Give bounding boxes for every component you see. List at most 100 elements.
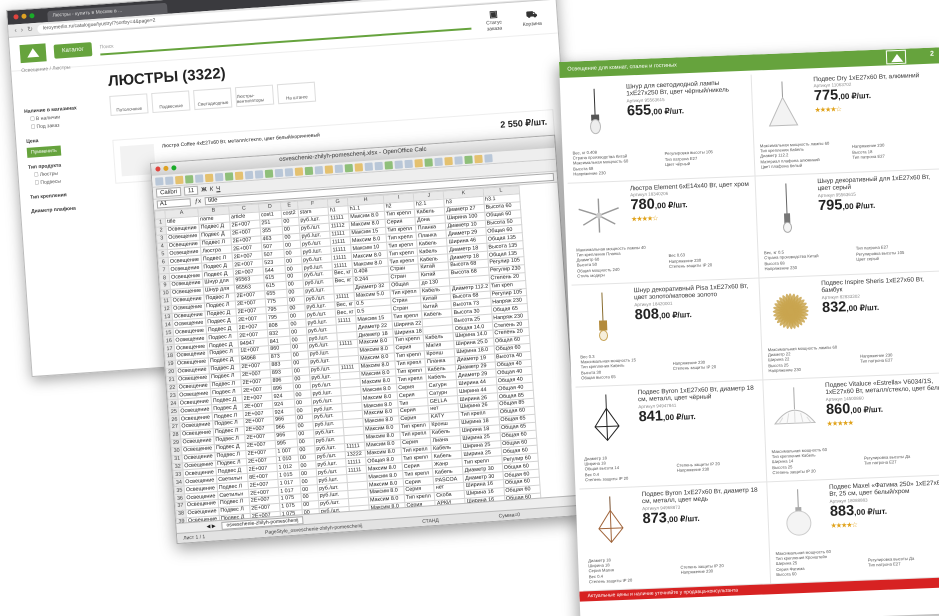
screenshot-collage: Люстры - купить в Москве в ... ‹ › ↻ ler…	[0, 0, 939, 616]
toolbar-icon[interactable]	[474, 154, 483, 163]
toolbar-icon[interactable]	[274, 168, 284, 177]
font-name-select[interactable]: Calibri	[155, 186, 182, 198]
italic-icon[interactable]: К	[209, 186, 213, 192]
price-rubles: 780	[630, 196, 656, 214]
tab-nav-icon[interactable]: ◀ ▶	[206, 523, 215, 530]
price-unit: 00 ₽/шт.	[661, 309, 692, 321]
product-specs: Диаметр 18 Ширина 18 Серия Магия Вес 0.4…	[588, 557, 633, 585]
price-rubles: 655	[626, 102, 652, 120]
toolbar-icon[interactable]	[304, 166, 314, 175]
product-specs-extra: Степень защиты IP 20 Напряжение 230	[676, 460, 720, 473]
toolbar-icon[interactable]	[314, 165, 324, 175]
toolbar-icon[interactable]	[404, 159, 413, 168]
price-unit: 00 ₽/шт.	[852, 404, 884, 415]
underline-icon[interactable]: Ч	[216, 186, 220, 192]
reload-icon[interactable]: ↻	[27, 25, 33, 33]
toolbar-icon[interactable]	[414, 158, 423, 168]
product-specs: Максимальная мощность 60 Тип крепления К…	[771, 446, 828, 475]
category-chip[interactable]: Светодиодные	[193, 87, 233, 111]
catalog-heading: Освещение для комнат, спален и гостиных	[567, 62, 677, 73]
lamp-image	[578, 292, 628, 344]
product-price: 873,00 ₽/шт.	[642, 510, 700, 527]
price-unit: 00 ₽/шт.	[848, 302, 880, 313]
toolbar-icon[interactable]	[264, 168, 274, 178]
toolbar-icon[interactable]	[374, 161, 384, 170]
filter-group[interactable]: Диаметр плафона	[31, 202, 109, 215]
apply-filter-button[interactable]: Применить	[26, 145, 62, 158]
back-icon[interactable]: ‹	[14, 27, 17, 34]
category-chip[interactable]: Люстры-вентиляторы	[234, 84, 275, 108]
catalog-button[interactable]: Каталог	[53, 41, 93, 59]
toolbar-icon[interactable]	[334, 164, 344, 173]
toolbar-icon[interactable]	[464, 155, 473, 164]
toolbar-icon[interactable]	[244, 170, 254, 179]
product-specs-extra: Напряжение 230 Высота 18 Тип патрона E27	[851, 142, 885, 160]
price-rubles: 841	[638, 408, 664, 426]
window-controls[interactable]	[155, 165, 177, 172]
toolbar-icon[interactable]	[484, 153, 493, 163]
lamp-image	[582, 394, 632, 446]
site-logo[interactable]	[19, 42, 47, 63]
price-unit: 00 ₽/шт.	[664, 411, 696, 422]
order-status-link[interactable]: ▣ Статус заказа	[478, 8, 510, 33]
toolbar-icon[interactable]	[254, 169, 264, 179]
toolbar-icon[interactable]	[354, 162, 364, 172]
toolbar-icon[interactable]	[224, 171, 234, 181]
product-tile[interactable]: Подвес Inspire Sheris 1xE27x60 Вт, бамбу…	[758, 271, 939, 381]
toolbar-icon[interactable]	[444, 156, 453, 165]
product-specs-extra: Вес 0.63 Напряжение 230 Степень защиты I…	[668, 252, 713, 269]
spreadsheet-grid[interactable]: ABCDEFGHIJKL 1 title name article cost1 cost2…	[154, 185, 542, 535]
page-number: 2	[929, 50, 935, 58]
product-tile[interactable]: Шнур декоративный для 1xE27x60 Вт, цвет …	[755, 169, 939, 279]
bold-icon[interactable]: Ж	[201, 187, 207, 193]
toolbar-icon[interactable]	[434, 157, 443, 166]
filter-group[interactable]: Тип крепления	[30, 188, 108, 201]
product-tile[interactable]: Подвес Vitaluce «Estrella» V6034/1S, 1xE…	[762, 373, 939, 483]
toolbar-icon[interactable]	[344, 163, 354, 172]
toolbar-icon[interactable]	[294, 166, 304, 176]
toolbar-icon[interactable]	[184, 174, 194, 184]
product-tile[interactable]: Подвес Maxel «Фатима 250» 1xE27x60 Вт, 2…	[766, 475, 939, 585]
toolbar-icon[interactable]	[384, 160, 393, 170]
lamp-image	[586, 495, 636, 547]
lamp-image	[761, 182, 811, 234]
function-icon[interactable]: ƒx	[195, 199, 202, 205]
toolbar-icon[interactable]	[234, 171, 244, 180]
product-specs-extra: Регулировка высоты Да Тип патрона E27	[867, 555, 915, 568]
toolbar-icon[interactable]	[214, 172, 224, 181]
toolbar-icon[interactable]	[394, 159, 403, 169]
product-tile[interactable]: Подвес Byron 1xE27x60 Вт, диаметр 18 см,…	[579, 482, 771, 592]
product-tile[interactable]: Шнур декоративный Pisa 1xE27x60 Вт, цвет…	[571, 278, 763, 388]
product-tile[interactable]: Шнур для светодиодной лампы 1xE27x250 Вт…	[563, 74, 756, 184]
toolbar-icon[interactable]	[164, 175, 174, 185]
product-specs: Вес, кг 0.5 Страна производства Китай Вы…	[763, 249, 819, 272]
product-tile[interactable]: Люстра Element 6xE14x40 Вт, цвет хром Арт…	[567, 176, 759, 286]
cart-link[interactable]: ⛟ Корзина	[516, 8, 547, 28]
toolbar-icon[interactable]	[364, 161, 374, 171]
product-price: 808,00 ₽/шт.	[634, 306, 692, 324]
lamp-image	[574, 190, 624, 242]
forward-icon[interactable]: ›	[21, 26, 24, 33]
toolbar-icon[interactable]	[424, 157, 433, 167]
product-tile[interactable]: Подвес Byron 1xE27x60 Вт, диаметр 18 см,…	[575, 380, 767, 490]
product-price: 841,00 ₽/шт.	[638, 408, 696, 426]
toolbar-icon[interactable]	[284, 167, 294, 177]
toolbar-icon[interactable]	[174, 175, 184, 184]
cell-reference-box[interactable]: A1	[156, 198, 192, 209]
lamp-image	[769, 386, 819, 438]
product-tile[interactable]: Подвес Dry 1xE27x60 Вт, алюминий Артикул …	[751, 67, 939, 177]
spreadsheet-window: osveschenie-zhilyh-pomeschenij.xlsx - Op…	[150, 134, 582, 545]
price-rubles: 860	[825, 400, 851, 418]
toolbar-icon[interactable]	[155, 176, 164, 186]
filter-group[interactable]: Цена	[26, 132, 104, 145]
toolbar-icon[interactable]	[204, 173, 214, 182]
font-size-select[interactable]: 11	[183, 185, 199, 196]
category-chip[interactable]: Потолочные	[109, 93, 149, 116]
category-chip[interactable]: Подвесные	[151, 90, 191, 114]
category-chip[interactable]: На штанге	[276, 81, 317, 105]
toolbar-icon[interactable]	[454, 155, 463, 165]
product-grid: Шнур для светодиодной лампы 1xE27x250 Вт…	[560, 63, 939, 592]
price-rubles: 775	[813, 87, 839, 105]
toolbar-icon[interactable]	[194, 173, 204, 183]
toolbar-icon[interactable]	[324, 164, 334, 174]
